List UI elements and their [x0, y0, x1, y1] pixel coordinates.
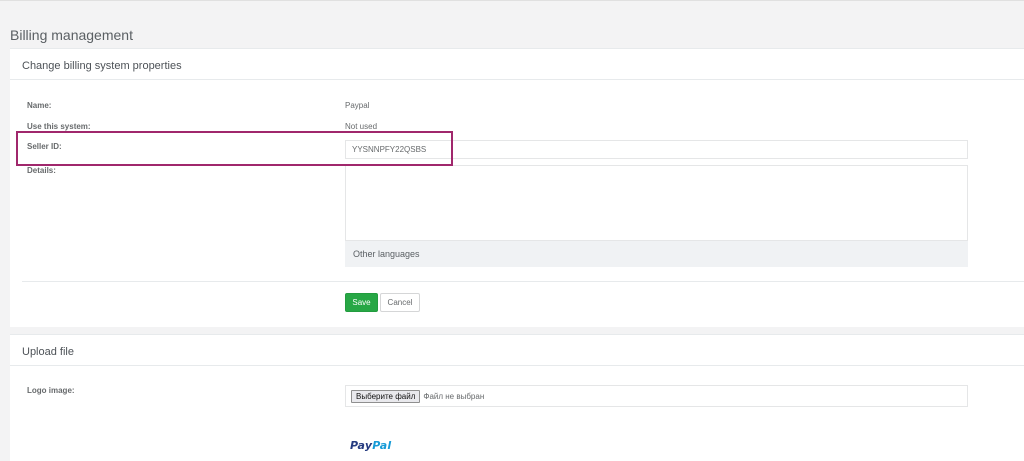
use-system-label: Use this system:: [27, 122, 91, 131]
logo-file-input: Выберите файл Файл не выбран: [345, 385, 968, 407]
top-border: [0, 0, 1024, 1]
upload-file-panel: Upload file Logo image: Выберите файл Фа…: [10, 334, 1024, 461]
logo-image-label: Logo image:: [27, 386, 75, 395]
name-value: Paypal: [345, 101, 370, 110]
divider: [22, 281, 1024, 282]
details-label: Details:: [27, 166, 56, 175]
billing-properties-panel: Change billing system properties Name: P…: [10, 48, 1024, 327]
paypal-logo: PayPal: [350, 439, 391, 452]
panel-heading: Upload file: [10, 335, 1024, 366]
details-textarea[interactable]: [345, 165, 968, 241]
paypal-logo-part2: Pal: [372, 439, 392, 452]
seller-id-label: Seller ID:: [27, 142, 62, 151]
page-title: Billing management: [10, 27, 133, 43]
other-languages-toggle[interactable]: Other languages: [345, 241, 968, 267]
choose-file-button[interactable]: Выберите файл: [351, 389, 421, 403]
seller-id-input[interactable]: [345, 140, 968, 159]
no-file-text: Файл не выбран: [423, 391, 485, 401]
panel-heading: Change billing system properties: [10, 49, 1024, 80]
save-button[interactable]: Save: [345, 293, 378, 312]
paypal-logo-part1: Pay: [350, 439, 373, 452]
name-label: Name:: [27, 101, 52, 110]
cancel-button[interactable]: Cancel: [380, 293, 420, 312]
use-system-value: Not used: [345, 122, 378, 131]
